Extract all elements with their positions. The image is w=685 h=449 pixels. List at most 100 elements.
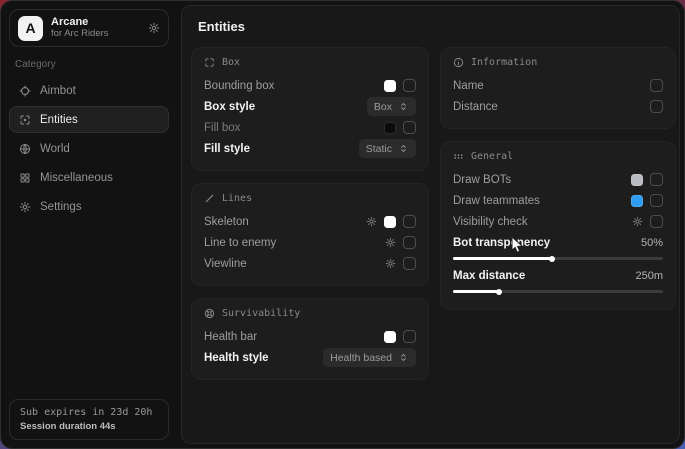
- fill-style-dropdown[interactable]: Static: [359, 139, 416, 158]
- max-distance-slider[interactable]: [453, 290, 663, 293]
- row-label: Health bar: [204, 331, 257, 343]
- bounding-box-color-swatch[interactable]: [384, 80, 396, 92]
- bot-transparency-value: 50%: [641, 237, 663, 249]
- scan-icon: [19, 114, 31, 126]
- sidebar-item-world[interactable]: World: [9, 135, 169, 162]
- card-box: Box Bounding box Box style Box: [191, 47, 429, 171]
- unfold-icon: [398, 101, 409, 112]
- dots-grid-icon: [453, 151, 464, 162]
- fill-box-color-swatch[interactable]: [384, 122, 396, 134]
- health-bar-color-swatch[interactable]: [384, 331, 396, 343]
- grid-icon: [19, 172, 31, 184]
- skeleton-color-swatch[interactable]: [384, 216, 396, 228]
- card-general: General Draw BOTs Draw teammates: [440, 141, 676, 310]
- slider-fill: [453, 290, 499, 293]
- row-visibility-check: Visibility check: [453, 211, 663, 232]
- row-draw-bots: Draw BOTs: [453, 169, 663, 190]
- card-survivability: Survivability Health bar Health style He…: [191, 298, 429, 380]
- card-title: Box: [222, 57, 240, 68]
- row-label: Max distance: [453, 270, 525, 282]
- sidebar-item-label: Entities: [40, 114, 78, 126]
- row-fill-box: Fill box: [204, 117, 416, 138]
- row-line-to-enemy: Line to enemy: [204, 232, 416, 253]
- sidebar-item-settings[interactable]: Settings: [9, 193, 169, 220]
- viewline-checkbox[interactable]: [403, 257, 416, 270]
- draw-teammates-checkbox[interactable]: [650, 194, 663, 207]
- right-column: Information Name Distance: [440, 47, 676, 310]
- row-distance: Distance: [453, 96, 663, 117]
- skeleton-checkbox[interactable]: [403, 215, 416, 228]
- bot-transparency-slider[interactable]: [453, 257, 663, 260]
- slider-thumb[interactable]: [549, 256, 555, 262]
- row-label: Box style: [204, 101, 255, 113]
- sidebar-item-aimbot[interactable]: Aimbot: [9, 77, 169, 104]
- lifebuoy-icon: [204, 308, 215, 319]
- fill-box-checkbox[interactable]: [403, 121, 416, 134]
- row-label: Visibility check: [453, 216, 528, 228]
- row-label: Skeleton: [204, 216, 249, 228]
- draw-teammates-color-swatch[interactable]: [631, 195, 643, 207]
- card-title: General: [471, 151, 513, 162]
- frame-icon: [204, 57, 215, 68]
- desktop-background: A Arcane for Arc Riders Category Aimbot: [0, 0, 685, 449]
- sidebar-nav: Aimbot Entities World: [9, 77, 169, 220]
- sidebar-item-label: World: [40, 143, 70, 155]
- row-label: Line to enemy: [204, 237, 276, 249]
- app-name: Arcane: [51, 16, 140, 29]
- unfold-icon: [398, 143, 409, 154]
- sidebar-item-miscellaneous[interactable]: Miscellaneous: [9, 164, 169, 191]
- main-panel: Entities Box Bounding box: [181, 5, 680, 444]
- visibility-check-checkbox[interactable]: [650, 215, 663, 228]
- row-label: Viewline: [204, 258, 247, 270]
- max-distance-value: 250m: [635, 270, 663, 282]
- row-viewline: Viewline: [204, 253, 416, 274]
- row-label: Fill box: [204, 122, 240, 134]
- skeleton-settings-gear-icon[interactable]: [366, 216, 377, 227]
- card-title: Information: [471, 57, 537, 68]
- card-lines: Lines Skeleton Line to enemy: [191, 183, 429, 286]
- line-to-enemy-checkbox[interactable]: [403, 236, 416, 249]
- row-health-style: Health style Health based: [204, 347, 416, 368]
- distance-checkbox[interactable]: [650, 100, 663, 113]
- slider-thumb[interactable]: [496, 289, 502, 295]
- bounding-box-checkbox[interactable]: [403, 79, 416, 92]
- row-label: Distance: [453, 101, 498, 113]
- draw-bots-checkbox[interactable]: [650, 173, 663, 186]
- header-gear-icon[interactable]: [148, 22, 160, 34]
- app-subtitle: for Arc Riders: [51, 29, 140, 40]
- row-label: Name: [453, 80, 484, 92]
- card-information: Information Name Distance: [440, 47, 676, 129]
- unfold-icon: [398, 352, 409, 363]
- row-label: Health style: [204, 352, 269, 364]
- sidebar-item-entities[interactable]: Entities: [9, 106, 169, 133]
- session-duration-text: Session duration 44s: [20, 421, 158, 432]
- row-max-distance: Max distance 250m: [453, 265, 663, 298]
- row-label: Bot transpenency: [453, 237, 550, 249]
- category-label: Category: [15, 59, 163, 70]
- line-to-enemy-settings-gear-icon[interactable]: [385, 237, 396, 248]
- row-label: Draw BOTs: [453, 174, 511, 186]
- globe-icon: [19, 143, 31, 155]
- row-fill-style: Fill style Static: [204, 138, 416, 159]
- info-icon: [453, 57, 464, 68]
- dropdown-value: Static: [366, 143, 392, 155]
- row-box-style: Box style Box: [204, 96, 416, 117]
- card-title: Survivability: [222, 308, 300, 319]
- sidebar: A Arcane for Arc Riders Category Aimbot: [1, 1, 177, 448]
- health-style-dropdown[interactable]: Health based: [323, 348, 416, 367]
- sidebar-item-label: Miscellaneous: [40, 172, 113, 184]
- name-checkbox[interactable]: [650, 79, 663, 92]
- crosshair-icon: [19, 85, 31, 97]
- row-skeleton: Skeleton: [204, 211, 416, 232]
- health-bar-checkbox[interactable]: [403, 330, 416, 343]
- row-health-bar: Health bar: [204, 326, 416, 347]
- row-bounding-box: Bounding box: [204, 75, 416, 96]
- visibility-check-settings-gear-icon[interactable]: [632, 216, 643, 227]
- row-label: Draw teammates: [453, 195, 540, 207]
- viewline-settings-gear-icon[interactable]: [385, 258, 396, 269]
- box-style-dropdown[interactable]: Box: [367, 97, 416, 116]
- slider-fill: [453, 257, 552, 260]
- draw-bots-color-swatch[interactable]: [631, 174, 643, 186]
- card-title: Lines: [222, 193, 252, 204]
- sub-expiry-text: Sub expires in 23d 20h: [20, 407, 158, 418]
